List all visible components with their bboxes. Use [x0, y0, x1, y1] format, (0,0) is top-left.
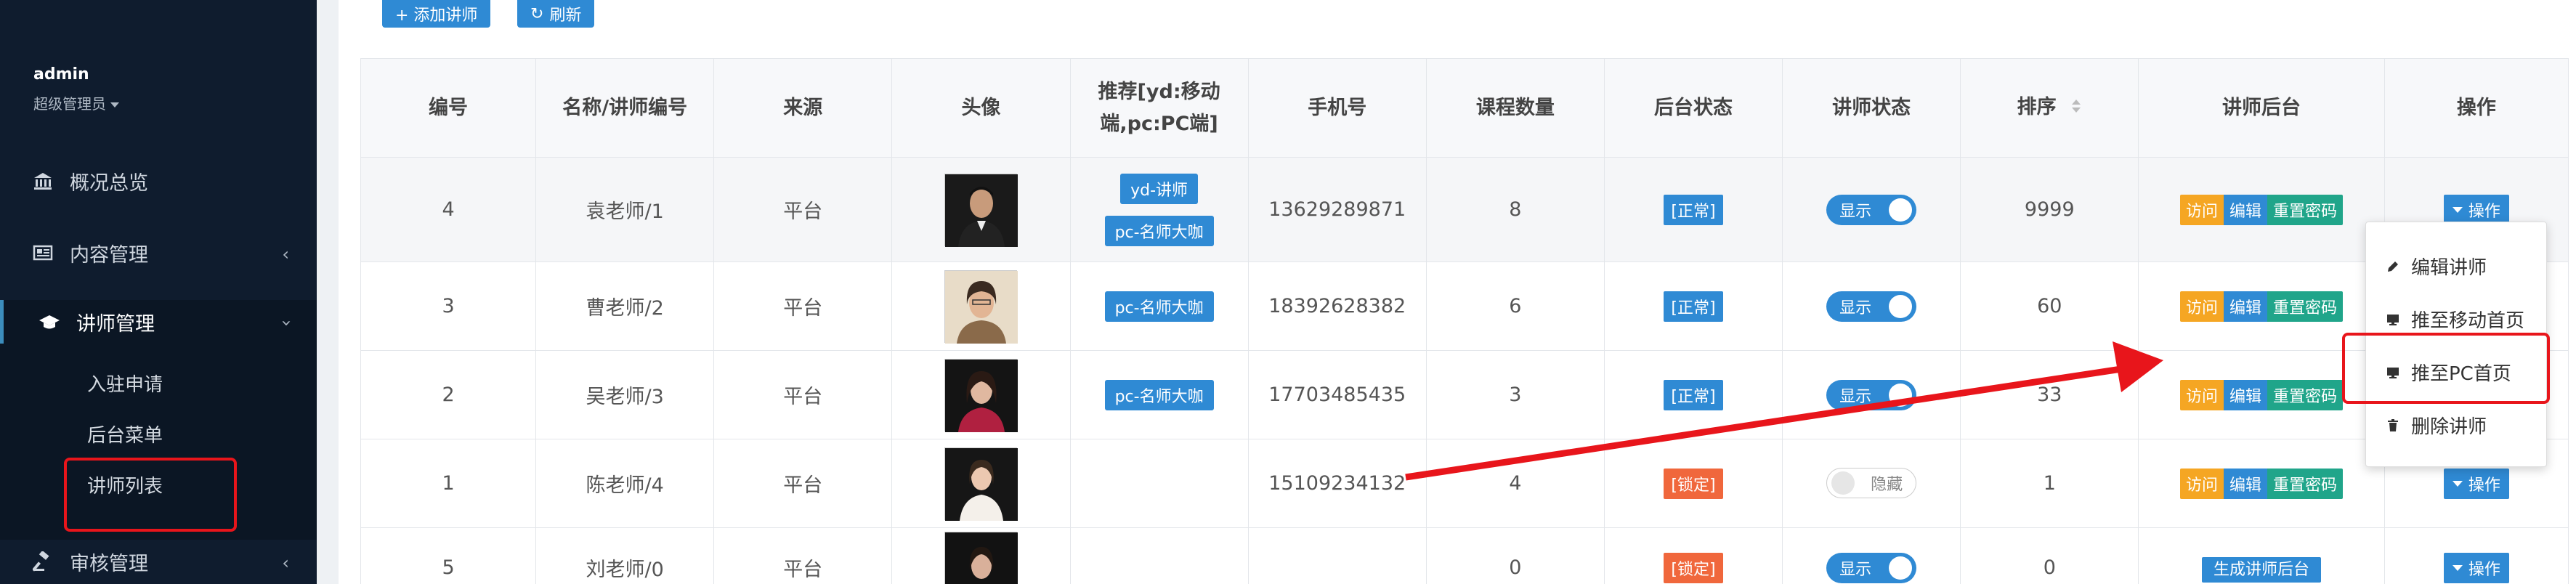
annotation-arrow	[1405, 341, 2163, 481]
arrow-shaft	[1405, 365, 2122, 481]
arrow-head	[2113, 341, 2163, 392]
